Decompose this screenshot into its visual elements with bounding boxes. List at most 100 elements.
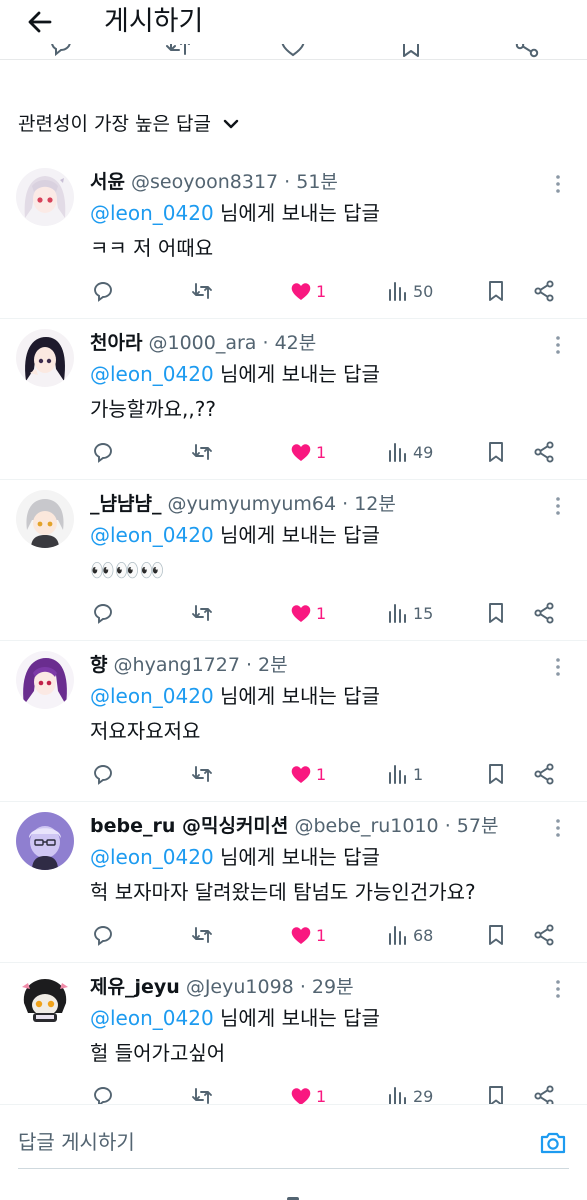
share-nodes-icon[interactable] (512, 44, 542, 60)
reply-actions: 1 68 (0, 920, 587, 950)
retweet-button[interactable] (190, 276, 214, 306)
reply-item[interactable]: 향 @hyang1727 · 2분 @leon_0420 님에게 보내는 답글 … (0, 641, 587, 802)
share-button[interactable] (532, 598, 556, 628)
display-name[interactable]: 서윤 (90, 171, 125, 193)
user-handle[interactable]: @1000_ara (149, 332, 257, 354)
bookmark-button[interactable] (484, 598, 508, 628)
views-button[interactable]: 50 (386, 276, 433, 306)
user-handle[interactable]: @Jeyu1098 (186, 976, 294, 998)
reply-input[interactable]: 답글 게시하기 (18, 1127, 135, 1157)
bar-chart-icon (389, 282, 406, 301)
reply-item[interactable]: 천아라 @1000_ara · 42분 @leon_0420 님에게 보내는 답… (0, 319, 587, 480)
speech-bubble-icon (94, 604, 112, 624)
reply-item[interactable]: _냠냠냠_ @yumyumyum64 · 12분 @leon_0420 님에게 … (0, 480, 587, 641)
vertical-dots-icon[interactable] (548, 333, 568, 357)
mention-link[interactable]: @leon_0420 (90, 1006, 214, 1030)
mention-link[interactable]: @leon_0420 (90, 523, 214, 547)
arrow-left-icon[interactable] (24, 6, 56, 38)
retweet-button[interactable] (190, 598, 214, 628)
mention-link[interactable]: @leon_0420 (90, 845, 214, 869)
bookmark-icon (489, 603, 503, 623)
user-handle[interactable]: @yumyumyum64 (168, 493, 337, 515)
timestamp[interactable]: · 12분 (342, 493, 396, 515)
share-button[interactable] (532, 759, 556, 789)
bookmark-button[interactable] (484, 920, 508, 950)
user-handle[interactable]: @hyang1727 (114, 654, 240, 676)
avatar[interactable] (16, 168, 74, 226)
reply-button[interactable] (91, 276, 115, 306)
reply-button[interactable] (91, 920, 115, 950)
reply-text: ㅋㅋ 저 어때요 (90, 236, 214, 260)
view-count: 29 (413, 1086, 434, 1106)
display-name[interactable]: bebe_ru @믹싱커미션 (90, 815, 288, 837)
heart-outline-icon[interactable] (278, 44, 308, 60)
avatar[interactable] (16, 329, 74, 387)
heart-filled-icon (291, 283, 311, 300)
retweet-button[interactable] (190, 437, 214, 467)
reply-item[interactable]: 서윤 @seoyoon8317 · 51분 @leon_0420 님에게 보내는… (0, 158, 587, 319)
timestamp[interactable]: · 29분 (300, 976, 354, 998)
user-handle[interactable]: @bebe_ru1010 (294, 815, 438, 837)
mention-link[interactable]: @leon_0420 (90, 201, 214, 225)
display-name[interactable]: _냠냠냠_ (90, 493, 161, 515)
reply-actions: 1 50 (0, 276, 587, 306)
speech-bubble-icon (94, 765, 112, 785)
views-button[interactable]: 68 (386, 920, 433, 950)
views-button[interactable]: 49 (386, 437, 433, 467)
mention-link[interactable]: @leon_0420 (90, 362, 214, 386)
avatar[interactable] (16, 973, 74, 1031)
reply-item[interactable]: bebe_ru @믹싱커미션 @bebe_ru1010 · 57분 @leon_… (0, 802, 587, 963)
reply-text: 👀👀👀 (90, 558, 165, 582)
reply-actions: 1 49 (0, 437, 587, 467)
reply-icon[interactable] (46, 44, 76, 60)
reply-button[interactable] (91, 759, 115, 789)
vertical-dots-icon[interactable] (548, 655, 568, 679)
vertical-dots-icon[interactable] (548, 816, 568, 840)
reply-item[interactable]: 제유_jeyu @Jeyu1098 · 29분 @leon_0420 님에게 보… (0, 963, 587, 1124)
share-nodes-icon (534, 924, 554, 946)
retweet-button[interactable] (190, 920, 214, 950)
sort-dropdown[interactable]: 관련성이 가장 높은 답글 (18, 110, 241, 138)
like-button[interactable]: 1 (289, 920, 326, 950)
timestamp[interactable]: · 57분 (445, 815, 499, 837)
mention-link[interactable]: @leon_0420 (90, 684, 214, 708)
bookmark-button[interactable] (484, 276, 508, 306)
views-button[interactable]: 1 (386, 759, 423, 789)
reply-button[interactable] (91, 598, 115, 628)
reply-list: 서윤 @seoyoon8317 · 51분 @leon_0420 님에게 보내는… (0, 158, 587, 1124)
share-button[interactable] (532, 437, 556, 467)
avatar[interactable] (16, 651, 74, 709)
bookmark-button[interactable] (484, 437, 508, 467)
bookmark-button[interactable] (484, 759, 508, 789)
share-nodes-icon (534, 763, 554, 785)
share-button[interactable] (532, 920, 556, 950)
vertical-dots-icon[interactable] (548, 977, 568, 1001)
bookmark-icon[interactable] (396, 44, 426, 60)
replying-to-suffix: 님에게 보내는 답글 (213, 1006, 380, 1030)
display-name[interactable]: 제유_jeyu (90, 976, 180, 998)
replying-to-suffix: 님에게 보내는 답글 (213, 684, 380, 708)
retweet-icon (192, 444, 212, 460)
retweet-icon[interactable] (163, 44, 193, 60)
avatar[interactable] (16, 812, 74, 870)
share-button[interactable] (532, 276, 556, 306)
views-button[interactable]: 15 (386, 598, 433, 628)
reply-button[interactable] (91, 437, 115, 467)
avatar[interactable] (16, 490, 74, 548)
display-name[interactable]: 향 (90, 654, 107, 676)
timestamp[interactable]: · 42분 (263, 332, 317, 354)
like-button[interactable]: 1 (289, 759, 326, 789)
like-button[interactable]: 1 (289, 598, 326, 628)
camera-icon[interactable] (538, 1127, 568, 1157)
vertical-dots-icon[interactable] (548, 494, 568, 518)
reply-header: 천아라 @1000_ara · 42분 (90, 329, 541, 357)
vertical-dots-icon[interactable] (548, 172, 568, 196)
retweet-button[interactable] (190, 759, 214, 789)
like-button[interactable]: 1 (289, 437, 326, 467)
timestamp[interactable]: · 2분 (246, 654, 288, 676)
timestamp[interactable]: · 51분 (284, 171, 338, 193)
display-name[interactable]: 천아라 (90, 332, 142, 354)
user-handle[interactable]: @seoyoon8317 (131, 171, 278, 193)
like-button[interactable]: 1 (289, 276, 326, 306)
reply-text: 저요자요저요 (90, 719, 201, 743)
